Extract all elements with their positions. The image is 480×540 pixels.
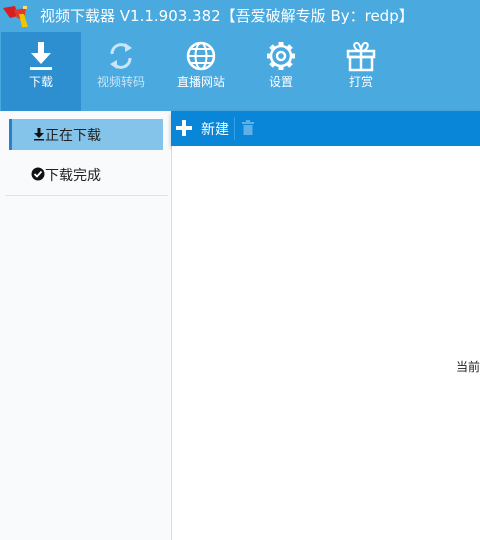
download-list-area: 当前 (172, 146, 480, 540)
toolbar-separator (234, 117, 235, 140)
tab-download-label: 下载 (28, 75, 53, 89)
title-bar: 视频下载器 V1.1.903.382【吾爱破解专版 By：redp】 (0, 0, 480, 32)
window-title: 视频下载器 V1.1.903.382【吾爱破解专版 By：redp】 (40, 7, 414, 25)
tab-settings[interactable]: 设置 (241, 32, 321, 111)
sidebar-item-downloading[interactable]: 正在下载 (9, 119, 163, 150)
action-bar: 新建 (171, 111, 480, 146)
tab-live-sites-label: 直播网站 (176, 75, 225, 89)
gear-icon (267, 42, 295, 70)
status-text: 当前 (456, 360, 480, 374)
globe-icon (186, 41, 216, 71)
app-header: 视频下载器 V1.1.903.382【吾爱破解专版 By：redp】 下载 视频… (0, 0, 480, 111)
tab-download[interactable]: 下载 (1, 32, 81, 111)
refresh-icon (110, 43, 132, 69)
trash-icon[interactable] (241, 120, 255, 136)
app-logo-icon (3, 6, 28, 27)
sidebar-item-label: 下载完成 (45, 168, 101, 184)
tab-settings-label: 设置 (268, 75, 293, 89)
tab-donate-label: 打赏 (348, 75, 373, 89)
sidebar-item-label: 正在下载 (45, 128, 101, 144)
tab-donate[interactable]: 打赏 (321, 32, 401, 111)
new-button-label: 新建 (201, 122, 229, 138)
sidebar-item-completed[interactable]: 下载完成 (9, 159, 163, 190)
tab-live-sites[interactable]: 直播网站 (161, 32, 241, 111)
sidebar: 正在下载 下载完成 (0, 111, 172, 540)
download-icon (30, 42, 52, 70)
check-circle-icon (31, 167, 45, 181)
tab-transcode[interactable]: 视频转码 (81, 32, 161, 111)
gift-icon (346, 41, 376, 72)
plus-icon (176, 120, 192, 136)
tab-transcode-label: 视频转码 (96, 75, 145, 89)
sidebar-divider (5, 195, 168, 196)
new-button[interactable]: 新建 (171, 111, 234, 146)
download-small-icon (34, 128, 44, 141)
